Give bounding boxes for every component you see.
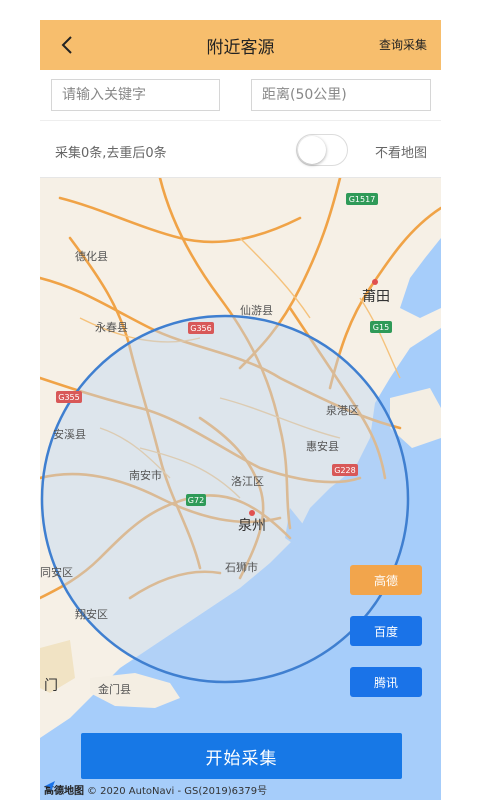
- road-shield-g355: G355: [56, 391, 82, 403]
- place-jinmen: 金门县: [98, 682, 131, 696]
- place-quangang: 泉港区: [326, 403, 359, 417]
- provider-baidu-button[interactable]: 百度: [350, 616, 422, 646]
- place-xiangan: 翔安区: [75, 607, 108, 621]
- distance-input[interactable]: [251, 79, 431, 111]
- road-shield-g228: G228: [332, 464, 358, 476]
- map-attribution: 高德地图 © 2020 AutoNavi - GS(2019)6379号: [44, 780, 267, 798]
- chevron-left-icon: [61, 36, 72, 54]
- place-luojiang: 洛江区: [231, 474, 264, 488]
- svg-text:G15: G15: [373, 323, 389, 332]
- provider-gaode-button[interactable]: 高德: [350, 565, 422, 595]
- map-view[interactable]: G1517 G356 G15 G355 G228 G72 德化县 永春县 仙游县…: [40, 178, 441, 800]
- place-shishi: 石狮市: [225, 560, 258, 574]
- toggle-knob: [298, 136, 326, 164]
- app-frame: 附近客源 查询采集 采集0条,去重后0条 不看地图: [40, 0, 441, 800]
- hide-map-toggle[interactable]: [296, 134, 348, 166]
- place-tongan: 同安区: [40, 565, 73, 579]
- top-app-bar: 附近客源 查询采集: [40, 20, 441, 70]
- putian-marker: [372, 279, 378, 285]
- place-yongchun: 永春县: [95, 320, 128, 334]
- place-quanzhou: 泉州: [238, 517, 266, 534]
- place-dehua: 德化县: [75, 249, 108, 263]
- svg-text:G356: G356: [190, 324, 211, 333]
- road-shield-g356: G356: [188, 322, 214, 334]
- svg-text:G228: G228: [334, 466, 355, 475]
- map-canvas: G1517 G356 G15 G355 G228 G72 德化县 永春县 仙游县…: [40, 178, 441, 800]
- back-button[interactable]: [52, 30, 82, 60]
- svg-text:G355: G355: [58, 393, 79, 402]
- place-xianyou: 仙游县: [240, 304, 273, 317]
- query-collect-button[interactable]: 查询采集: [379, 36, 427, 53]
- place-xiamen: 门: [44, 678, 58, 694]
- svg-text:G1517: G1517: [349, 195, 376, 204]
- keyword-input[interactable]: [51, 79, 220, 111]
- place-nanan: 南安市: [129, 468, 162, 482]
- place-anxi: 安溪县: [53, 427, 86, 441]
- collect-summary: 采集0条,去重后0条: [55, 146, 167, 161]
- road-shield-g1517: G1517: [346, 193, 378, 205]
- page-title: 附近客源: [206, 37, 275, 58]
- provider-tencent-button[interactable]: 腾讯: [350, 667, 422, 697]
- road-shield-g15: G15: [370, 321, 392, 333]
- quanzhou-marker: [249, 510, 255, 516]
- road-shield-g72: G72: [186, 494, 206, 506]
- start-collect-button[interactable]: 开始采集: [81, 733, 402, 779]
- place-putian: 莆田: [362, 289, 390, 305]
- map-copyright: © 2020 AutoNavi - GS(2019)6379号: [87, 785, 268, 797]
- navigation-arrow-icon: [45, 781, 55, 791]
- search-bar: [40, 70, 441, 120]
- stats-row: 采集0条,去重后0条 不看地图: [40, 120, 441, 178]
- bay-north: [400, 238, 441, 318]
- status-bar: [40, 0, 441, 20]
- svg-text:G72: G72: [188, 496, 204, 505]
- hide-map-label: 不看地图: [374, 146, 427, 161]
- place-huian: 惠安县: [306, 439, 339, 453]
